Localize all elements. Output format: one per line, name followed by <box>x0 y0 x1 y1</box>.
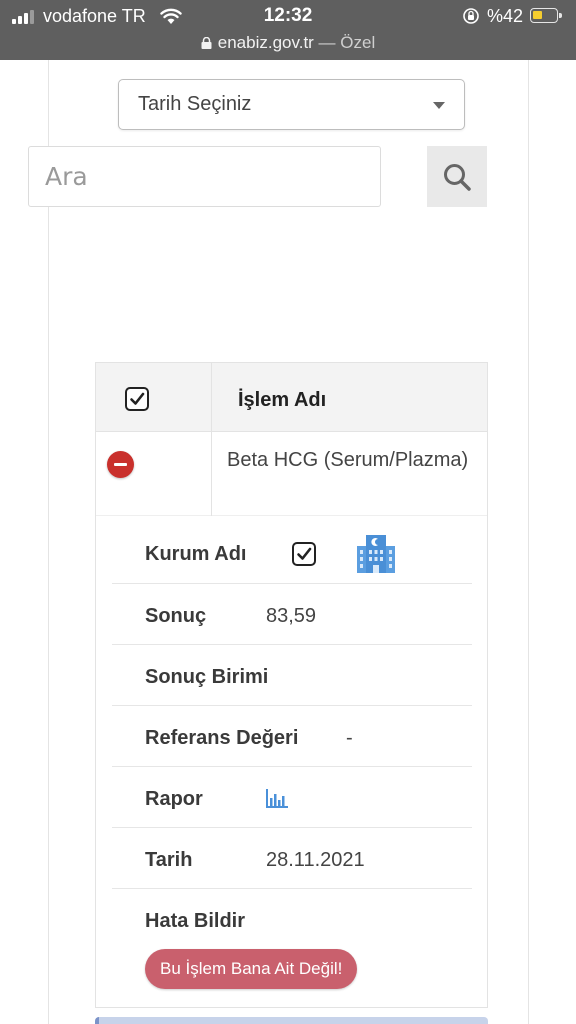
url-label: Özel <box>340 33 376 52</box>
results-table: İşlem Adı Beta HCG (Serum/Plazma) Kurum … <box>95 362 488 1008</box>
kurum-label: Kurum Adı <box>145 543 247 565</box>
status-bar: vodafone TR 12:32 %42 enabiz.gov.tr — Öz… <box>0 0 576 60</box>
padlock-icon <box>201 37 212 49</box>
detail-hata-bildir: Hata Bildir Bu İşlem Bana Ait Değil! <box>112 889 472 999</box>
detail-tarih: Tarih 28.11.2021 <box>112 828 472 889</box>
table-row: Beta HCG (Serum/Plazma) <box>96 432 487 516</box>
chevron-down-icon <box>433 102 445 109</box>
column-header-islem-adi: İşlem Adı <box>238 389 327 411</box>
search-input[interactable] <box>28 146 381 207</box>
detail-sonuc-birimi: Sonuç Birimi <box>112 645 472 706</box>
next-section-edge <box>95 1017 488 1024</box>
search-icon <box>444 163 471 191</box>
search-button[interactable] <box>427 146 487 207</box>
rotation-lock-icon <box>463 8 479 24</box>
select-all-checkbox[interactable] <box>125 387 149 411</box>
url-bar[interactable]: enabiz.gov.tr — Özel <box>0 33 576 53</box>
tarih-value: 28.11.2021 <box>266 849 365 871</box>
detail-sonuc: Sonuç 83,59 <box>112 584 472 645</box>
date-select-label: Tarih Seçiniz <box>138 93 252 115</box>
sonuc-birimi-label: Sonuç Birimi <box>145 666 269 688</box>
battery-percent: %42 <box>487 6 524 26</box>
detail-kurum: Kurum Adı <box>112 523 472 584</box>
sonuc-value: 83,59 <box>266 605 317 627</box>
referans-value: - <box>346 727 353 749</box>
date-select[interactable]: Tarih Seçiniz <box>118 79 465 130</box>
checkbox-checked-icon <box>130 392 145 405</box>
url-separator: — <box>313 33 341 52</box>
table-header: İşlem Adı <box>96 363 487 432</box>
battery-icon <box>530 8 562 23</box>
kurum-checkbox[interactable] <box>292 542 316 566</box>
sonuc-label: Sonuç <box>145 605 207 627</box>
minus-circle-icon[interactable] <box>107 451 134 478</box>
test-name: Beta HCG (Serum/Plazma) <box>227 449 469 471</box>
referans-label: Referans Değeri <box>145 727 299 749</box>
not-mine-button[interactable]: Bu İşlem Bana Ait Değil! <box>145 949 358 989</box>
bar-chart-icon[interactable] <box>265 787 289 809</box>
row-details: Kurum Adı Sonuç 83,59 Sonuç Birimi Refer… <box>112 523 472 999</box>
hospital-icon[interactable] <box>355 532 397 574</box>
checkbox-checked-icon <box>297 547 312 560</box>
detail-rapor: Rapor <box>112 767 472 828</box>
url-domain: enabiz.gov.tr <box>217 33 314 52</box>
rapor-label: Rapor <box>145 788 203 810</box>
tarih-label: Tarih <box>145 849 193 871</box>
hata-bildir-label: Hata Bildir <box>145 910 246 932</box>
detail-referans: Referans Değeri - <box>112 706 472 767</box>
